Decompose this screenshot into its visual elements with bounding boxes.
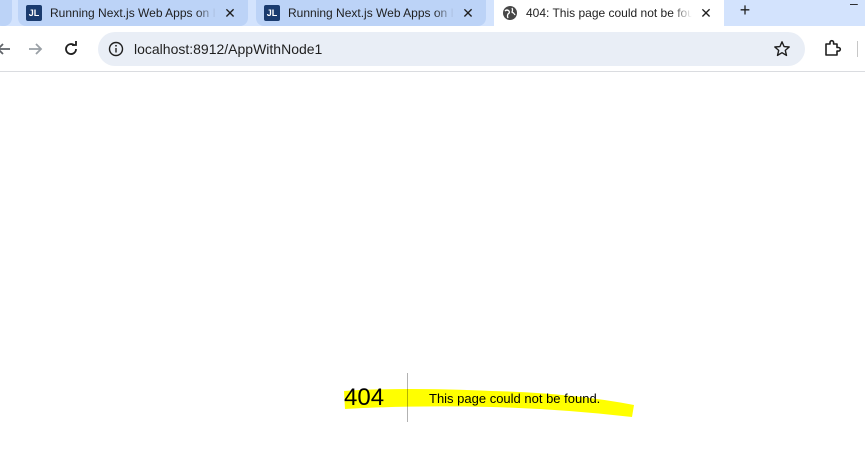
jl-favicon-icon: JL <box>26 5 42 21</box>
globe-icon <box>503 6 517 20</box>
close-icon[interactable]: ✕ <box>222 5 238 21</box>
tab-active[interactable]: 404: This page could not be found ✕ <box>494 0 724 26</box>
bookmark-star-icon[interactable] <box>773 40 791 58</box>
error-code: 404 <box>344 384 385 411</box>
tab-title: 404: This page could not be found <box>526 6 692 20</box>
browser-toolbar: localhost:8912/AppWithNode1 <box>0 26 865 72</box>
toolbar-divider <box>857 41 858 57</box>
tab-2[interactable]: JL Running Next.js Web Apps on IIS ✕ <box>18 0 248 26</box>
extensions-puzzle-icon[interactable] <box>822 38 842 58</box>
reload-icon[interactable] <box>61 39 81 59</box>
jl-favicon-icon: JL <box>264 5 280 21</box>
tab-1[interactable] <box>0 0 12 26</box>
tab-title: Running Next.js Web Apps on IIS <box>288 6 454 20</box>
minimize-icon[interactable]: – <box>850 0 865 12</box>
error-divider <box>407 373 408 422</box>
url-text[interactable]: localhost:8912/AppWithNode1 <box>134 41 805 57</box>
close-icon[interactable]: ✕ <box>460 5 476 21</box>
tab-strip: JL Running Next.js Web Apps on IIS ✕ JL … <box>0 0 865 26</box>
error-message: This page could not be found. <box>429 391 601 406</box>
back-arrow-icon[interactable] <box>0 39 14 59</box>
forward-arrow-icon[interactable] <box>25 39 45 59</box>
tab-title: Running Next.js Web Apps on IIS <box>50 6 216 20</box>
address-bar[interactable]: localhost:8912/AppWithNode1 <box>98 32 805 66</box>
info-icon[interactable] <box>108 41 124 57</box>
tab-3[interactable]: JL Running Next.js Web Apps on IIS ✕ <box>256 0 486 26</box>
page-content: 404 This page could not be found. <box>0 73 865 467</box>
close-icon[interactable]: ✕ <box>698 5 714 21</box>
new-tab-button[interactable]: + <box>735 0 755 20</box>
